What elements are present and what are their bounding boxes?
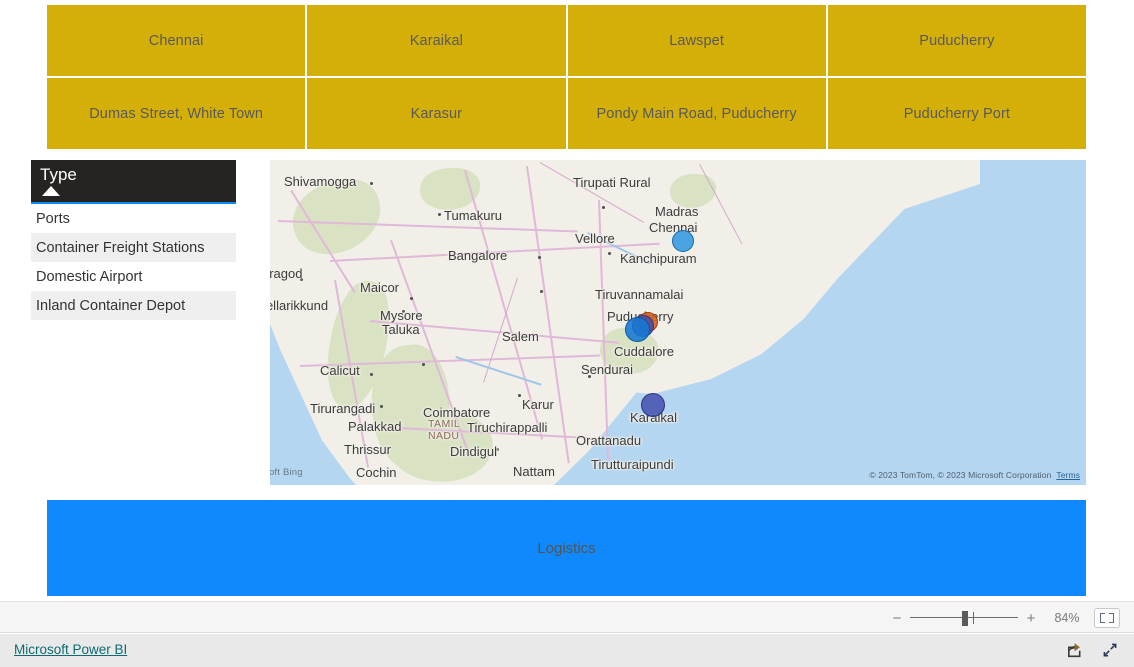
bing-logo: soft Bing: [270, 467, 303, 478]
map-city-dot: [518, 394, 521, 397]
karaikal-bubble[interactable]: [641, 393, 665, 417]
slicer-item-ports[interactable]: Ports: [31, 204, 236, 233]
map-place-label: Maicor: [360, 280, 400, 295]
slicer-title: Type: [40, 165, 77, 184]
map-place-label: Tiruchirappalli: [467, 420, 548, 435]
map-city-dot: [380, 405, 383, 408]
zoom-slider-handle[interactable]: [962, 611, 968, 626]
map-place-label: Tumakuru: [444, 208, 503, 223]
tile-label: Dumas Street, White Town: [89, 105, 264, 122]
tile-row: Chennai Karaikal Lawspet Puducherry: [47, 5, 1086, 76]
map-city-dot: [540, 290, 543, 293]
map-place-label: Calicut: [320, 363, 360, 378]
fit-corner: [1100, 618, 1105, 623]
slicer-item-label: Inland Container Depot: [36, 297, 186, 314]
map-place-label: Tirupati Rural: [573, 175, 651, 190]
slicer-item-label: Ports: [36, 210, 70, 227]
location-tile-grid: Chennai Karaikal Lawspet Puducherry Duma…: [47, 5, 1086, 149]
map-city-dot: [410, 297, 413, 300]
map-place-label: Shivamogga: [284, 174, 357, 189]
microsoft-power-bi-link[interactable]: Microsoft Power BI: [14, 642, 127, 657]
map-place-label: Vellarikkund: [270, 298, 329, 313]
fit-to-page-icon[interactable]: [1094, 608, 1120, 628]
tile-karaikal[interactable]: Karaikal: [307, 5, 566, 76]
tile-lawspet[interactable]: Lawspet: [567, 5, 826, 76]
minus-icon[interactable]: −: [888, 611, 906, 626]
tile-puducherry-port[interactable]: Puducherry Port: [827, 78, 1086, 149]
slicer-item-inland-container-depot[interactable]: Inland Container Depot: [31, 291, 236, 320]
zoom-controls: − + 84%: [888, 602, 1120, 634]
tile-puducherry[interactable]: Puducherry: [827, 5, 1086, 76]
footer-actions: [1064, 640, 1120, 660]
map-city-dot: [608, 252, 611, 255]
tile-label: Puducherry: [919, 32, 995, 49]
slicer-item-label: Container Freight Stations: [36, 239, 205, 256]
fit-corner: [1109, 618, 1114, 623]
map-place-label: Salem: [502, 329, 539, 344]
logistics-label: Logistics: [537, 539, 596, 557]
map-place-label: Nattam: [513, 464, 555, 479]
map-city-dot: [602, 206, 605, 209]
map-place-label: Kanchipuram: [620, 251, 697, 266]
zoom-slider[interactable]: [910, 609, 1018, 627]
map-city-dot: [538, 256, 541, 259]
map-place-label: Mysore: [380, 308, 423, 323]
fullscreen-expand-icon[interactable]: [1100, 640, 1120, 660]
slicer-item-domestic-airport[interactable]: Domestic Airport: [31, 262, 236, 291]
tile-label: Chennai: [148, 32, 204, 49]
map-place-label: Orattanadu: [576, 433, 642, 448]
map-terms-link[interactable]: Terms: [1056, 470, 1080, 480]
logistics-card[interactable]: Logistics: [47, 500, 1086, 596]
report-canvas: Chennai Karaikal Lawspet Puducherry Duma…: [0, 0, 1134, 667]
tile-label: Karasur: [410, 105, 463, 122]
map-city-dot: [370, 373, 373, 376]
map-place-label: Tiruvannamalai: [595, 287, 684, 302]
type-slicer: Type Ports Container Freight Stations Do…: [31, 160, 236, 320]
tile-label: Pondy Main Road, Puducherry: [596, 105, 797, 122]
puducherry-bubble-3[interactable]: [625, 317, 650, 342]
map-visual[interactable]: Shivamogga Tumakuru Tirupati Rural Madras Ch…: [270, 160, 1086, 485]
map-place-label: aragod: [270, 266, 303, 281]
footer-bar: Microsoft Power BI: [0, 634, 1134, 667]
map-place-label: Taluka: [382, 322, 420, 337]
map-city-dot: [422, 363, 425, 366]
tile-label: Lawspet: [669, 32, 724, 49]
map-place-label: Tirurangadi: [310, 401, 376, 416]
map-place-label: Cochin: [356, 465, 397, 480]
tile-label: Puducherry Port: [903, 105, 1011, 122]
map-place-label: Tirutturaipundi: [591, 457, 674, 472]
zoom-slider-tick: [973, 612, 974, 624]
slicer-header-toggle[interactable]: Type: [31, 160, 236, 204]
slicer-item-label: Domestic Airport: [36, 268, 143, 285]
map-place-label: Palakkad: [348, 419, 402, 434]
map-place-label: Madras: [655, 204, 699, 219]
map-city-dot: [370, 182, 373, 185]
status-bar: − + 84%: [0, 601, 1134, 633]
map-attribution: © 2023 TomTom, © 2023 Microsoft Corporat…: [869, 470, 1080, 480]
map-place-label: Bangalore: [448, 248, 508, 263]
map-place-label: Sendurai: [581, 362, 634, 377]
map-place-label: Cuddalore: [614, 344, 674, 359]
map-place-label: Thrissur: [344, 442, 391, 457]
tile-row: Dumas Street, White Town Karasur Pondy M…: [47, 78, 1086, 149]
tile-chennai[interactable]: Chennai: [47, 5, 306, 76]
chennai-bubble[interactable]: [672, 230, 694, 252]
map-city-dot: [438, 213, 441, 216]
plus-icon[interactable]: +: [1022, 611, 1040, 626]
share-icon[interactable]: [1064, 640, 1084, 660]
map-attribution-text: © 2023 TomTom, © 2023 Microsoft Corporat…: [869, 470, 1052, 480]
tile-label: Karaikal: [409, 32, 463, 49]
tile-karasur[interactable]: Karasur: [307, 78, 566, 149]
tile-dumas-street-white-town[interactable]: Dumas Street, White Town: [47, 78, 306, 149]
map-place-label: Karur: [522, 397, 554, 412]
zoom-level-value: 84%: [1054, 611, 1080, 625]
map-place-label: Dindigul: [450, 444, 497, 459]
caret-up-icon: [42, 186, 60, 196]
map-state-label: TAMIL: [428, 418, 461, 430]
map-state-label: NADU: [428, 430, 460, 442]
tile-pondy-main-road[interactable]: Pondy Main Road, Puducherry: [567, 78, 826, 149]
map-place-label: Vellore: [575, 231, 615, 246]
slicer-item-container-freight-stations[interactable]: Container Freight Stations: [31, 233, 236, 262]
